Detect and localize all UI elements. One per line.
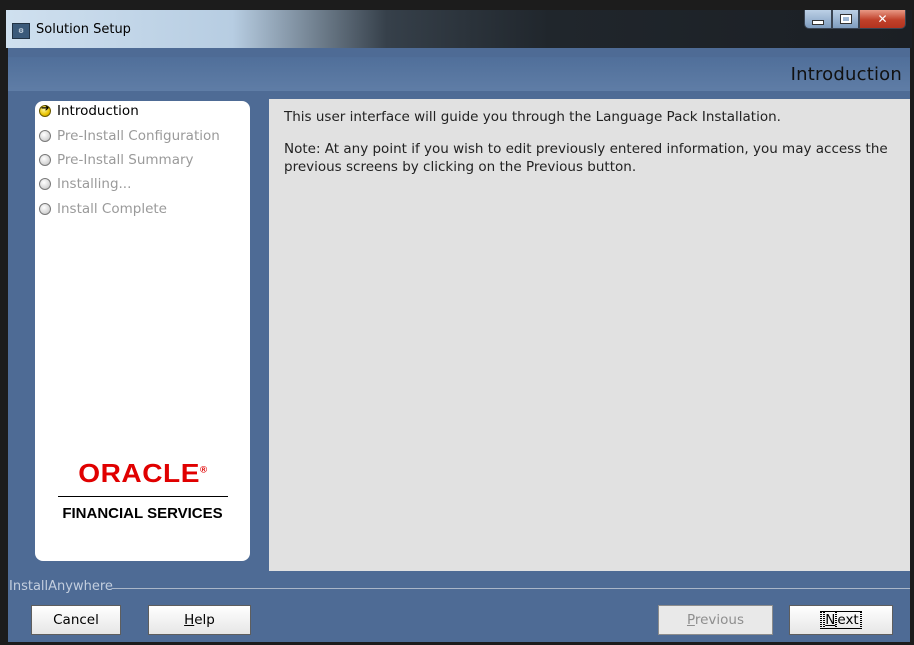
- installer-icon: ⚙: [12, 23, 30, 39]
- step-pre-install-summary: Pre-Install Summary: [39, 150, 194, 170]
- next-button-label: Next: [820, 611, 862, 629]
- step-pre-install-configuration: Pre-Install Configuration: [39, 126, 220, 146]
- installer-client-area: Introduction Introduction Pre-Install Co…: [8, 48, 910, 642]
- help-button[interactable]: Help: [148, 605, 251, 635]
- minimize-button[interactable]: [804, 10, 832, 29]
- logo-subtitle: FINANCIAL SERVICES: [62, 505, 223, 522]
- step-header: Introduction: [8, 57, 910, 91]
- pending-step-icon: [39, 154, 51, 166]
- step-label: Introduction: [57, 103, 139, 119]
- page-title: Introduction: [790, 64, 902, 85]
- installer-brand-label: InstallAnywhere: [9, 579, 113, 594]
- next-button[interactable]: Next: [789, 605, 893, 635]
- close-icon: ✕: [877, 12, 888, 26]
- installer-window: ⚙ Solution Setup ✕ Introduction Introduc…: [6, 10, 912, 642]
- title-bar[interactable]: ⚙ Solution Setup ✕: [6, 10, 912, 48]
- step-label: Install Complete: [57, 201, 167, 217]
- previous-button-label: Previous: [686, 612, 745, 628]
- step-installing: Installing...: [39, 174, 131, 194]
- minimize-icon: [812, 19, 824, 25]
- step-introduction: Introduction: [39, 101, 139, 121]
- footer-divider: [112, 588, 910, 589]
- pending-step-icon: [39, 178, 51, 190]
- close-button[interactable]: ✕: [859, 10, 906, 29]
- help-button-label: Help: [184, 612, 215, 628]
- oracle-wordmark: ORACLE®: [77, 458, 208, 488]
- maximize-button[interactable]: [832, 10, 859, 29]
- logo-divider: [57, 496, 228, 497]
- step-label: Pre-Install Configuration: [57, 128, 220, 144]
- step-label: Installing...: [57, 176, 132, 192]
- content-panel: This user interface will guide you throu…: [269, 99, 910, 571]
- step-label: Pre-Install Summary: [57, 152, 194, 168]
- step-install-complete: Install Complete: [39, 199, 167, 219]
- cancel-button[interactable]: Cancel: [31, 605, 121, 635]
- maximize-icon: [839, 14, 852, 24]
- cancel-button-label: Cancel: [53, 612, 99, 628]
- pending-step-icon: [39, 130, 51, 142]
- note-text: Note: At any point if you wish to edit p…: [284, 141, 888, 175]
- window-controls: ✕: [804, 10, 906, 31]
- steps-sidebar: Introduction Pre-Install Configuration P…: [35, 101, 250, 561]
- intro-text: This user interface will guide you throu…: [284, 109, 781, 125]
- oracle-logo: ORACLE® FINANCIAL SERVICES: [35, 458, 250, 522]
- window-title: Solution Setup: [36, 22, 131, 37]
- pending-step-icon: [39, 203, 51, 215]
- previous-button[interactable]: Previous: [658, 605, 773, 635]
- current-step-icon: [39, 103, 51, 117]
